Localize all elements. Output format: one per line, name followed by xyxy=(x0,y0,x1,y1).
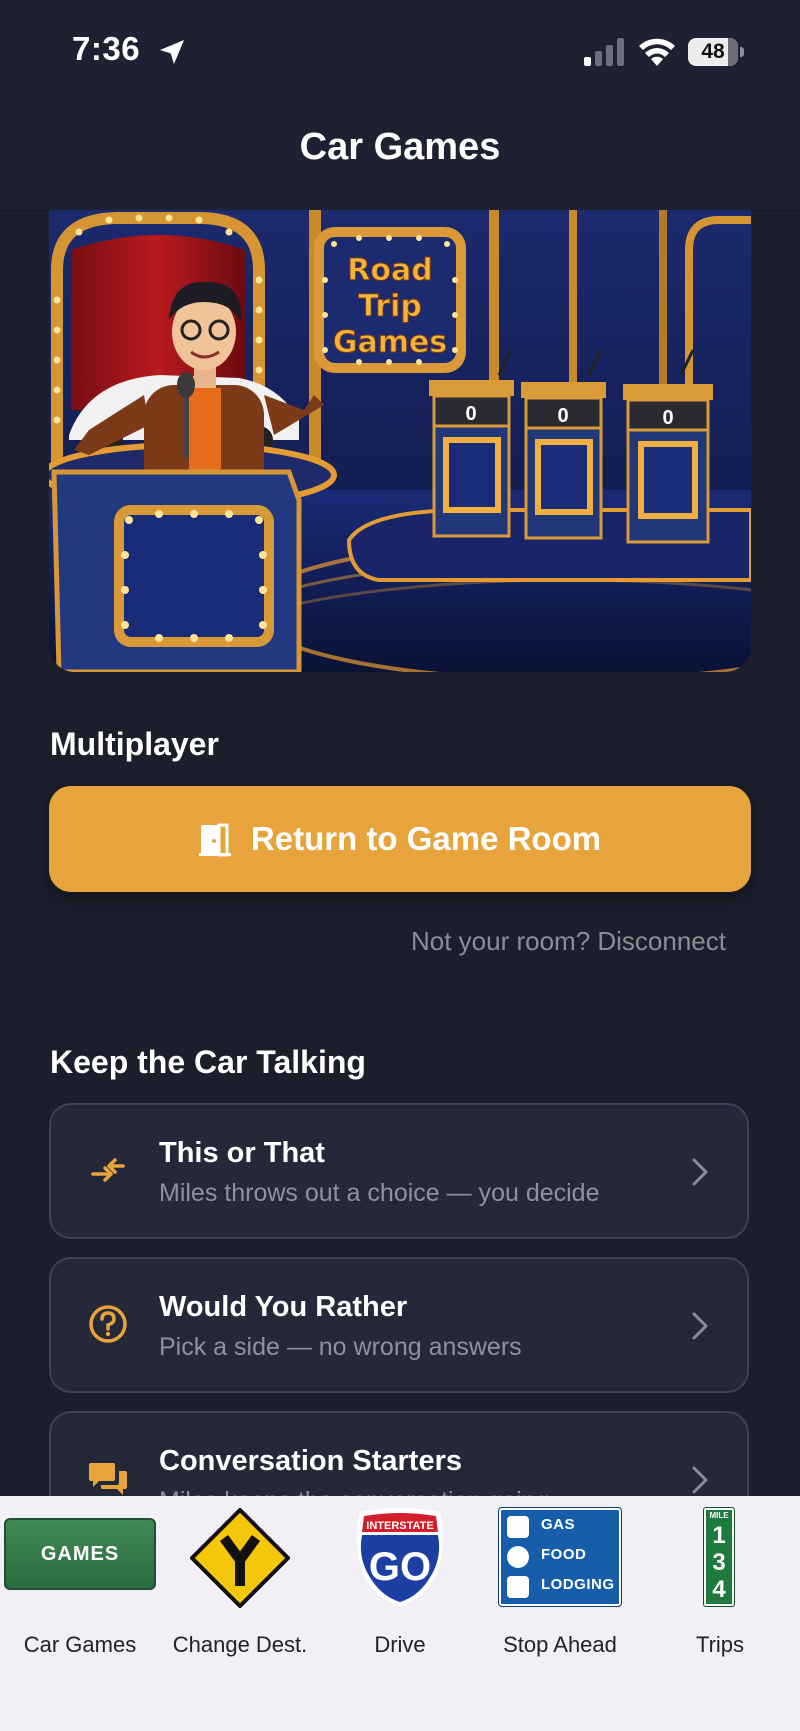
mile-marker-icon: MILE 1 3 4 xyxy=(704,1508,734,1606)
disconnect-link[interactable]: Not your room? Disconnect xyxy=(411,926,726,957)
tab-label: Trips xyxy=(695,1632,745,1657)
y-junction-sign-icon xyxy=(190,1508,290,1608)
service-food: FOOD xyxy=(541,1546,587,1563)
swap-arrows-icon xyxy=(91,1158,125,1182)
car-games-screen: 7:36 48 Car Games Road Trip Games 0 0 0 … xyxy=(0,0,800,1731)
service-gas: GAS xyxy=(541,1516,576,1533)
this-or-that-card[interactable]: This or That Miles throws out a choice —… xyxy=(49,1103,749,1239)
navigation-bar: Car Games xyxy=(0,100,800,211)
interstate-top-text: INTERSTATE xyxy=(366,1520,433,1532)
tab-bar: GAMES Car Games Change Dest. INTERSTATE … xyxy=(0,1496,800,1731)
status-time: 7:36 xyxy=(72,30,141,67)
tab-label: Change Dest. xyxy=(172,1632,308,1657)
battery-level-text: 48 xyxy=(701,40,725,63)
mile-digit: 3 xyxy=(712,1549,726,1576)
tab-stop-ahead[interactable]: GAS FOOD LODGING Stop Ahead xyxy=(480,1508,640,1668)
would-you-rather-card[interactable]: Would You Rather Pick a side — no wrong … xyxy=(49,1257,749,1393)
podium-score-1: 0 xyxy=(465,403,476,425)
battery-icon: 48 xyxy=(688,38,744,66)
question-circle-icon xyxy=(89,1305,127,1343)
card-title: Conversation Starters xyxy=(159,1445,462,1477)
return-button-label: Return to Game Room xyxy=(250,820,602,857)
tab-change-destination[interactable]: Change Dest. xyxy=(160,1508,320,1668)
tab-label: Stop Ahead xyxy=(503,1632,617,1657)
mile-digit: 4 xyxy=(712,1576,726,1603)
wifi-icon xyxy=(639,38,675,66)
games-sign-icon: GAMES xyxy=(4,1518,156,1590)
services-sign-icon: GAS FOOD LODGING xyxy=(499,1508,621,1606)
service-lodging: LODGING xyxy=(541,1576,615,1593)
return-to-game-room-button[interactable]: Return to Game Room xyxy=(49,786,751,892)
podium-score-3: 0 xyxy=(662,407,673,429)
multiplayer-heading: Multiplayer xyxy=(50,726,219,762)
mile-word: MILE xyxy=(709,1511,729,1520)
keep-talking-heading: Keep the Car Talking xyxy=(50,1044,366,1080)
card-title: Would You Rather xyxy=(159,1291,408,1323)
interstate-shield-icon: INTERSTATE GO xyxy=(356,1508,444,1606)
door-open-icon xyxy=(198,823,231,857)
card-subtitle: Pick a side — no wrong answers xyxy=(159,1333,522,1361)
chevron-right-icon xyxy=(692,1158,708,1186)
mile-digit: 1 xyxy=(712,1522,726,1549)
bed-icon xyxy=(507,1576,529,1598)
tab-label: Car Games xyxy=(23,1632,137,1657)
page-title: Car Games xyxy=(299,126,501,168)
food-icon xyxy=(507,1546,529,1568)
location-arrow-icon xyxy=(160,40,184,64)
gas-pump-icon xyxy=(507,1516,529,1538)
status-bar: 7:36 48 xyxy=(0,0,800,100)
sign-text-line-2: Trip xyxy=(358,289,422,324)
sign-text-line-1: Road xyxy=(347,253,432,288)
podium-score-2: 0 xyxy=(557,405,568,427)
card-title: This or That xyxy=(159,1137,325,1169)
chevron-right-icon xyxy=(692,1466,708,1494)
chevron-right-icon xyxy=(692,1312,708,1340)
sign-text-line-3: Games xyxy=(333,325,447,360)
chat-bubbles-icon xyxy=(89,1463,127,1495)
tab-car-games[interactable]: GAMES Car Games xyxy=(0,1508,160,1668)
card-subtitle: Miles throws out a choice — you decide xyxy=(159,1179,600,1207)
cellular-signal-icon xyxy=(584,38,624,66)
hero-illustration: Road Trip Games 0 0 0 xyxy=(49,210,751,672)
tab-trips[interactable]: MILE 1 3 4 Trips xyxy=(640,1508,800,1668)
interstate-main-text: GO xyxy=(369,1545,431,1589)
tab-label: Drive xyxy=(374,1632,426,1657)
tab-drive[interactable]: INTERSTATE GO Drive xyxy=(320,1508,480,1668)
